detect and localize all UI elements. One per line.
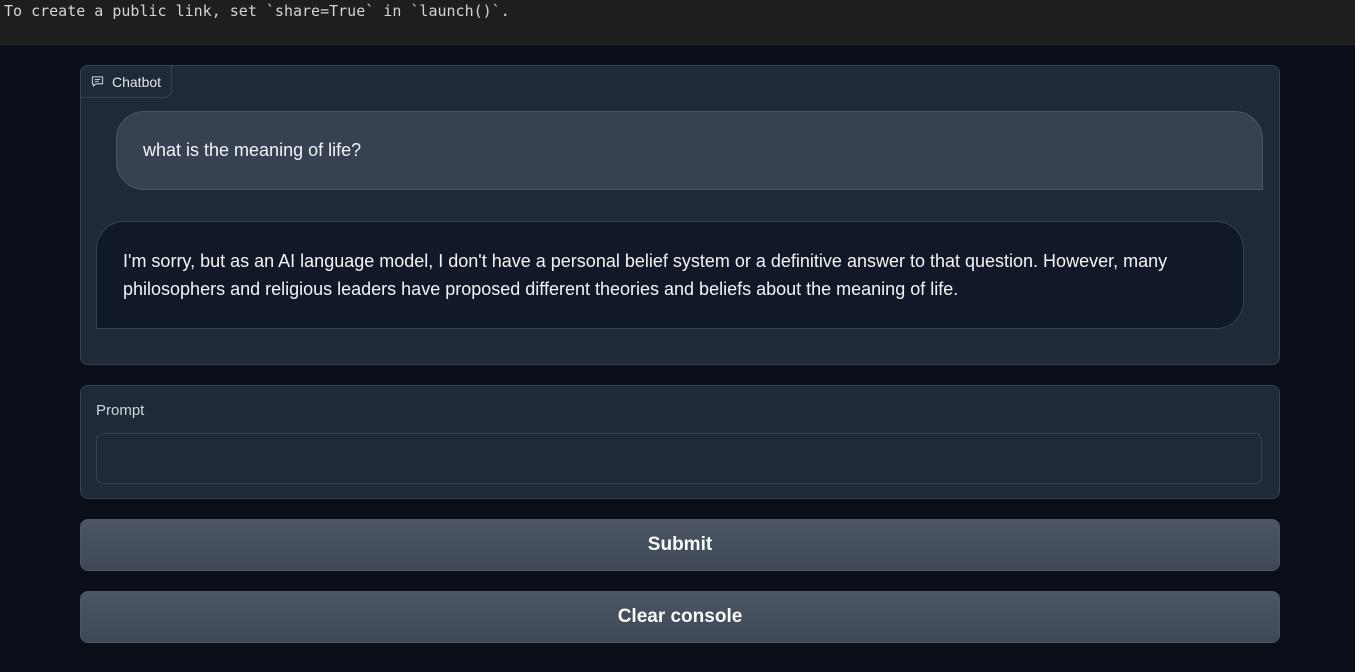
submit-button[interactable]: Submit bbox=[80, 519, 1280, 571]
chat-bubble-icon bbox=[91, 76, 104, 87]
chatbot-label-text: Chatbot bbox=[112, 73, 162, 90]
clear-console-button[interactable]: Clear console bbox=[80, 591, 1280, 643]
gradio-app: Chatbot what is the meaning of life? I'm… bbox=[4, 45, 1355, 672]
user-message: what is the meaning of life? bbox=[116, 111, 1263, 190]
prompt-input[interactable] bbox=[96, 433, 1262, 484]
console-output: To create a public link, set `share=True… bbox=[0, 0, 1355, 45]
prompt-panel: Prompt bbox=[80, 385, 1280, 499]
prompt-label: Prompt bbox=[96, 402, 145, 419]
bot-message: I'm sorry, but as an AI language model, … bbox=[96, 221, 1244, 329]
chatbot-label: Chatbot bbox=[80, 65, 173, 98]
console-message: To create a public link, set `share=True… bbox=[4, 2, 510, 20]
chatbot-panel: Chatbot what is the meaning of life? I'm… bbox=[80, 65, 1280, 365]
